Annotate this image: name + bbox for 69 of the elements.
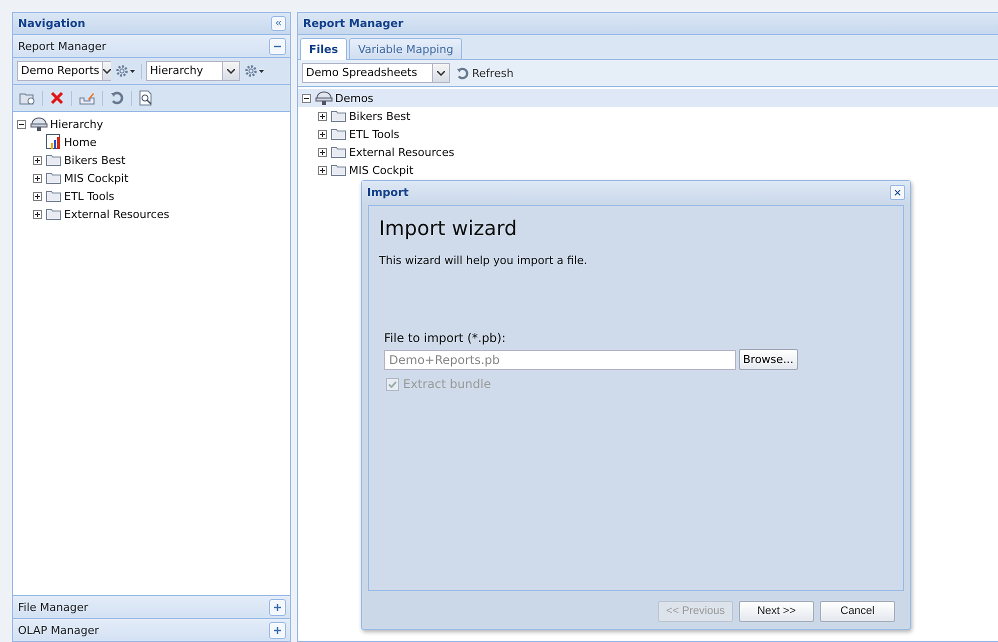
tree-item[interactable]: External Resources [64,208,170,220]
expand-toggle-icon[interactable] [33,174,44,182]
field-label: File to import (*.pb): [384,331,507,345]
refresh-icon [456,66,469,80]
gear-icon[interactable] [115,64,137,78]
accordion-header[interactable]: Report Manager [13,35,290,58]
file-input-field[interactable]: Demo+Reports.pb [384,350,736,370]
gear-icon[interactable] [244,64,266,78]
tree-item[interactable]: Hierarchy [50,118,104,130]
folder-icon [46,154,62,166]
wizard-heading: Import wizard [379,216,518,240]
tab[interactable]: Variable Mapping [349,38,462,59]
expand-toggle-icon[interactable] [318,148,329,156]
caret-icon [227,68,235,74]
expand-toggle-icon[interactable] [33,210,44,218]
chart-report-icon [46,134,62,150]
panel-title: Navigation [18,17,86,30]
report-select[interactable]: Demo Reports [17,61,111,81]
collapse-toggle-icon[interactable] [302,94,313,102]
toggle-icon [269,622,286,638]
folder-icon [46,208,62,220]
spreadsheet-select[interactable]: Demo Spreadsheets [302,63,450,83]
collapse-button[interactable]: « [271,16,286,31]
caret-icon [437,70,445,76]
folder-icon [331,128,347,140]
tree-item[interactable]: Bikers Best [349,110,410,122]
new-folder-icon[interactable] [19,91,35,105]
server-icon [315,90,333,106]
browse-button[interactable]: Browse... [739,349,798,370]
checkmark-icon [387,378,398,390]
tab[interactable]: Files [300,38,348,60]
tree-item[interactable]: MIS Cockpit [349,164,414,176]
tree-item[interactable]: Bikers Best [64,154,126,166]
accordion-header[interactable]: File Manager [13,596,290,619]
folder-icon [46,172,62,184]
tree-item[interactable]: Demos [335,92,374,104]
folder-icon [331,110,347,122]
toggle-icon [269,38,286,54]
view-select[interactable]: Hierarchy [146,61,240,81]
expand-toggle-icon[interactable] [318,130,329,138]
tree-item[interactable]: MIS Cockpit [64,172,128,184]
caret-icon [103,68,112,74]
tree-item[interactable]: External Resources [349,146,454,158]
expand-toggle-icon[interactable] [318,166,329,174]
panel-title: Report Manager [303,17,404,30]
tree-item[interactable]: ETL Tools [64,190,114,202]
expand-toggle-icon[interactable] [33,192,44,200]
accordion-header[interactable]: OLAP Manager [13,619,290,642]
edit-icon[interactable] [79,91,95,105]
collapse-toggle-icon[interactable] [17,120,28,128]
server-icon [30,116,48,132]
folder-icon [331,146,347,158]
delete-icon[interactable] [50,91,64,105]
expand-toggle-icon[interactable] [318,112,329,120]
wizard-button[interactable]: Next >> [739,600,814,622]
refresh-button[interactable]: Refresh [454,66,516,80]
refresh-icon[interactable] [110,91,124,105]
tree-item[interactable]: Home [64,136,96,148]
tree-item[interactable]: ETL Tools [349,128,400,140]
folder-icon [46,190,62,202]
wizard-button[interactable]: Cancel [820,600,895,622]
preview-icon[interactable] [139,90,153,106]
dialog-title: Import [367,186,409,198]
close-button[interactable]: × [890,184,905,200]
wizard-description: This wizard will help you import a file. [379,254,588,267]
folder-icon [331,164,347,176]
expand-toggle-icon[interactable] [33,156,44,164]
toggle-icon [269,598,286,616]
tree-row[interactable]: Demos [298,89,998,107]
